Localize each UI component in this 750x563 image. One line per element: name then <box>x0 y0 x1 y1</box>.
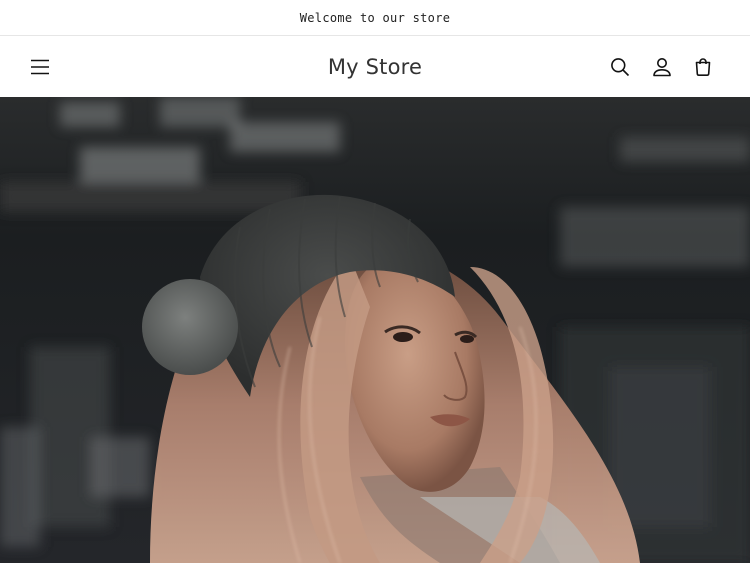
hero-banner <box>0 97 750 563</box>
cart-button[interactable] <box>683 37 723 97</box>
search-icon <box>611 58 630 77</box>
menu-button[interactable] <box>20 37 60 97</box>
announcement-bar: Welcome to our store <box>0 0 750 36</box>
site-header: My Store <box>0 37 750 97</box>
user-icon <box>653 58 671 77</box>
store-logo[interactable]: My Store <box>250 37 500 97</box>
account-button[interactable] <box>642 37 682 97</box>
search-button[interactable] <box>600 37 640 97</box>
announcement-text: Welcome to our store <box>299 10 451 25</box>
shopping-bag-icon <box>695 58 711 77</box>
hamburger-menu-icon <box>31 59 49 75</box>
woman-in-beanie-photo <box>0 97 750 563</box>
